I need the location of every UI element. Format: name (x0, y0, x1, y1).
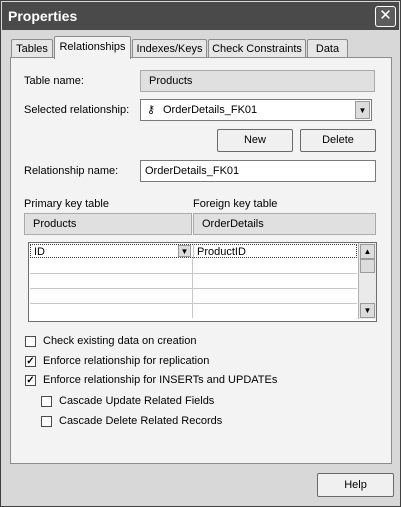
table-row[interactable]: ID ▼ ProductID (30, 244, 358, 259)
primary-column-cell[interactable] (30, 289, 193, 303)
enforce-replication-label: Enforce relationship for replication (43, 355, 210, 367)
table-row[interactable] (30, 259, 357, 274)
tab-label: Tables (16, 43, 48, 55)
relationship-name-label: Relationship name: (24, 165, 119, 177)
table-row[interactable] (30, 274, 357, 289)
check-existing-data-label: Check existing data on creation (43, 335, 197, 347)
primary-column-cell[interactable] (30, 259, 193, 273)
relationship-name-input[interactable]: OrderDetails_FK01 (140, 160, 376, 182)
foreign-column-cell[interactable] (193, 289, 357, 303)
relationship-name-value: OrderDetails_FK01 (145, 165, 240, 177)
delete-button-label: Delete (322, 134, 354, 146)
grid-body: ID ▼ ProductID (30, 244, 357, 318)
tab-relationships[interactable]: Relationships (54, 36, 131, 59)
cascade-update-checkbox[interactable] (41, 396, 52, 407)
enforce-inserts-updates-checkbox[interactable]: ✓ (25, 375, 36, 386)
scroll-up-icon[interactable]: ▲ (360, 244, 375, 259)
check-existing-data-checkbox[interactable] (25, 336, 36, 347)
table-name-value: Products (149, 75, 193, 87)
help-button-label: Help (344, 479, 367, 491)
tab-label: Indexes/Keys (136, 43, 203, 55)
relationship-select-value: OrderDetails_FK01 (163, 104, 258, 116)
close-icon[interactable]: ✕ (375, 6, 396, 27)
tab-data[interactable]: Data (307, 39, 348, 58)
foreign-key-value: OrderDetails (202, 218, 264, 230)
primary-key-value: Products (33, 218, 77, 230)
properties-dialog: Properties ✕ Tables Relationships Indexe… (0, 0, 401, 507)
selected-relationship-label: Selected relationship: (24, 104, 130, 116)
cascade-delete-checkbox[interactable] (41, 416, 52, 427)
foreign-column-cell[interactable] (193, 274, 357, 288)
scrollbar-thumb[interactable] (360, 259, 375, 273)
primary-key-label: Primary key table (24, 198, 109, 210)
primary-column-value: ID (34, 246, 45, 258)
table-row[interactable] (30, 304, 357, 318)
foreign-column-value: ProductID (197, 246, 246, 258)
chevron-down-icon[interactable]: ▼ (355, 101, 370, 119)
cascade-delete-label: Cascade Delete Related Records (59, 415, 223, 427)
table-row[interactable] (30, 289, 357, 304)
foreign-column-cell[interactable]: ProductID (194, 245, 358, 259)
delete-button[interactable]: Delete (300, 129, 376, 152)
tab-indexes-keys[interactable]: Indexes/Keys (132, 39, 207, 58)
table-name-label: Table name: (24, 75, 84, 87)
foreign-column-cell[interactable] (193, 259, 357, 273)
primary-column-cell[interactable]: ID ▼ (31, 245, 194, 259)
tab-label: Check Constraints (212, 43, 302, 55)
key-icon: ⚷ (147, 104, 156, 116)
new-button-label: New (243, 134, 266, 146)
tab-label: Data (315, 43, 340, 55)
chevron-down-icon[interactable]: ▼ (178, 245, 191, 257)
cascade-update-label: Cascade Update Related Fields (59, 395, 215, 407)
title-bar: Properties ✕ (2, 2, 399, 30)
foreign-key-field: OrderDetails (193, 213, 376, 235)
window-title: Properties (8, 8, 78, 24)
dialog-footer: Help (2, 467, 399, 505)
table-name-field: Products (140, 70, 375, 92)
column-mapping-grid[interactable]: ID ▼ ProductID ▲ ▼ (28, 242, 377, 322)
primary-column-cell[interactable] (30, 304, 193, 318)
scroll-down-icon[interactable]: ▼ (360, 303, 375, 318)
primary-key-field: Products (24, 213, 192, 235)
help-button[interactable]: Help (317, 473, 394, 497)
foreign-key-label: Foreign key table (193, 198, 278, 210)
tab-check-constraints[interactable]: Check Constraints (208, 39, 306, 58)
tab-tables[interactable]: Tables (11, 39, 53, 58)
enforce-inserts-updates-label: Enforce relationship for INSERTs and UPD… (43, 374, 278, 386)
primary-column-cell[interactable] (30, 274, 193, 288)
foreign-column-cell[interactable] (193, 304, 357, 318)
enforce-replication-checkbox[interactable]: ✓ (25, 356, 36, 367)
grid-scrollbar[interactable]: ▲ ▼ (358, 243, 376, 319)
new-button[interactable]: New (217, 129, 293, 152)
relationship-select[interactable]: ⚷ OrderDetails_FK01 ▼ (140, 99, 372, 121)
tab-label: Relationships (59, 41, 126, 53)
